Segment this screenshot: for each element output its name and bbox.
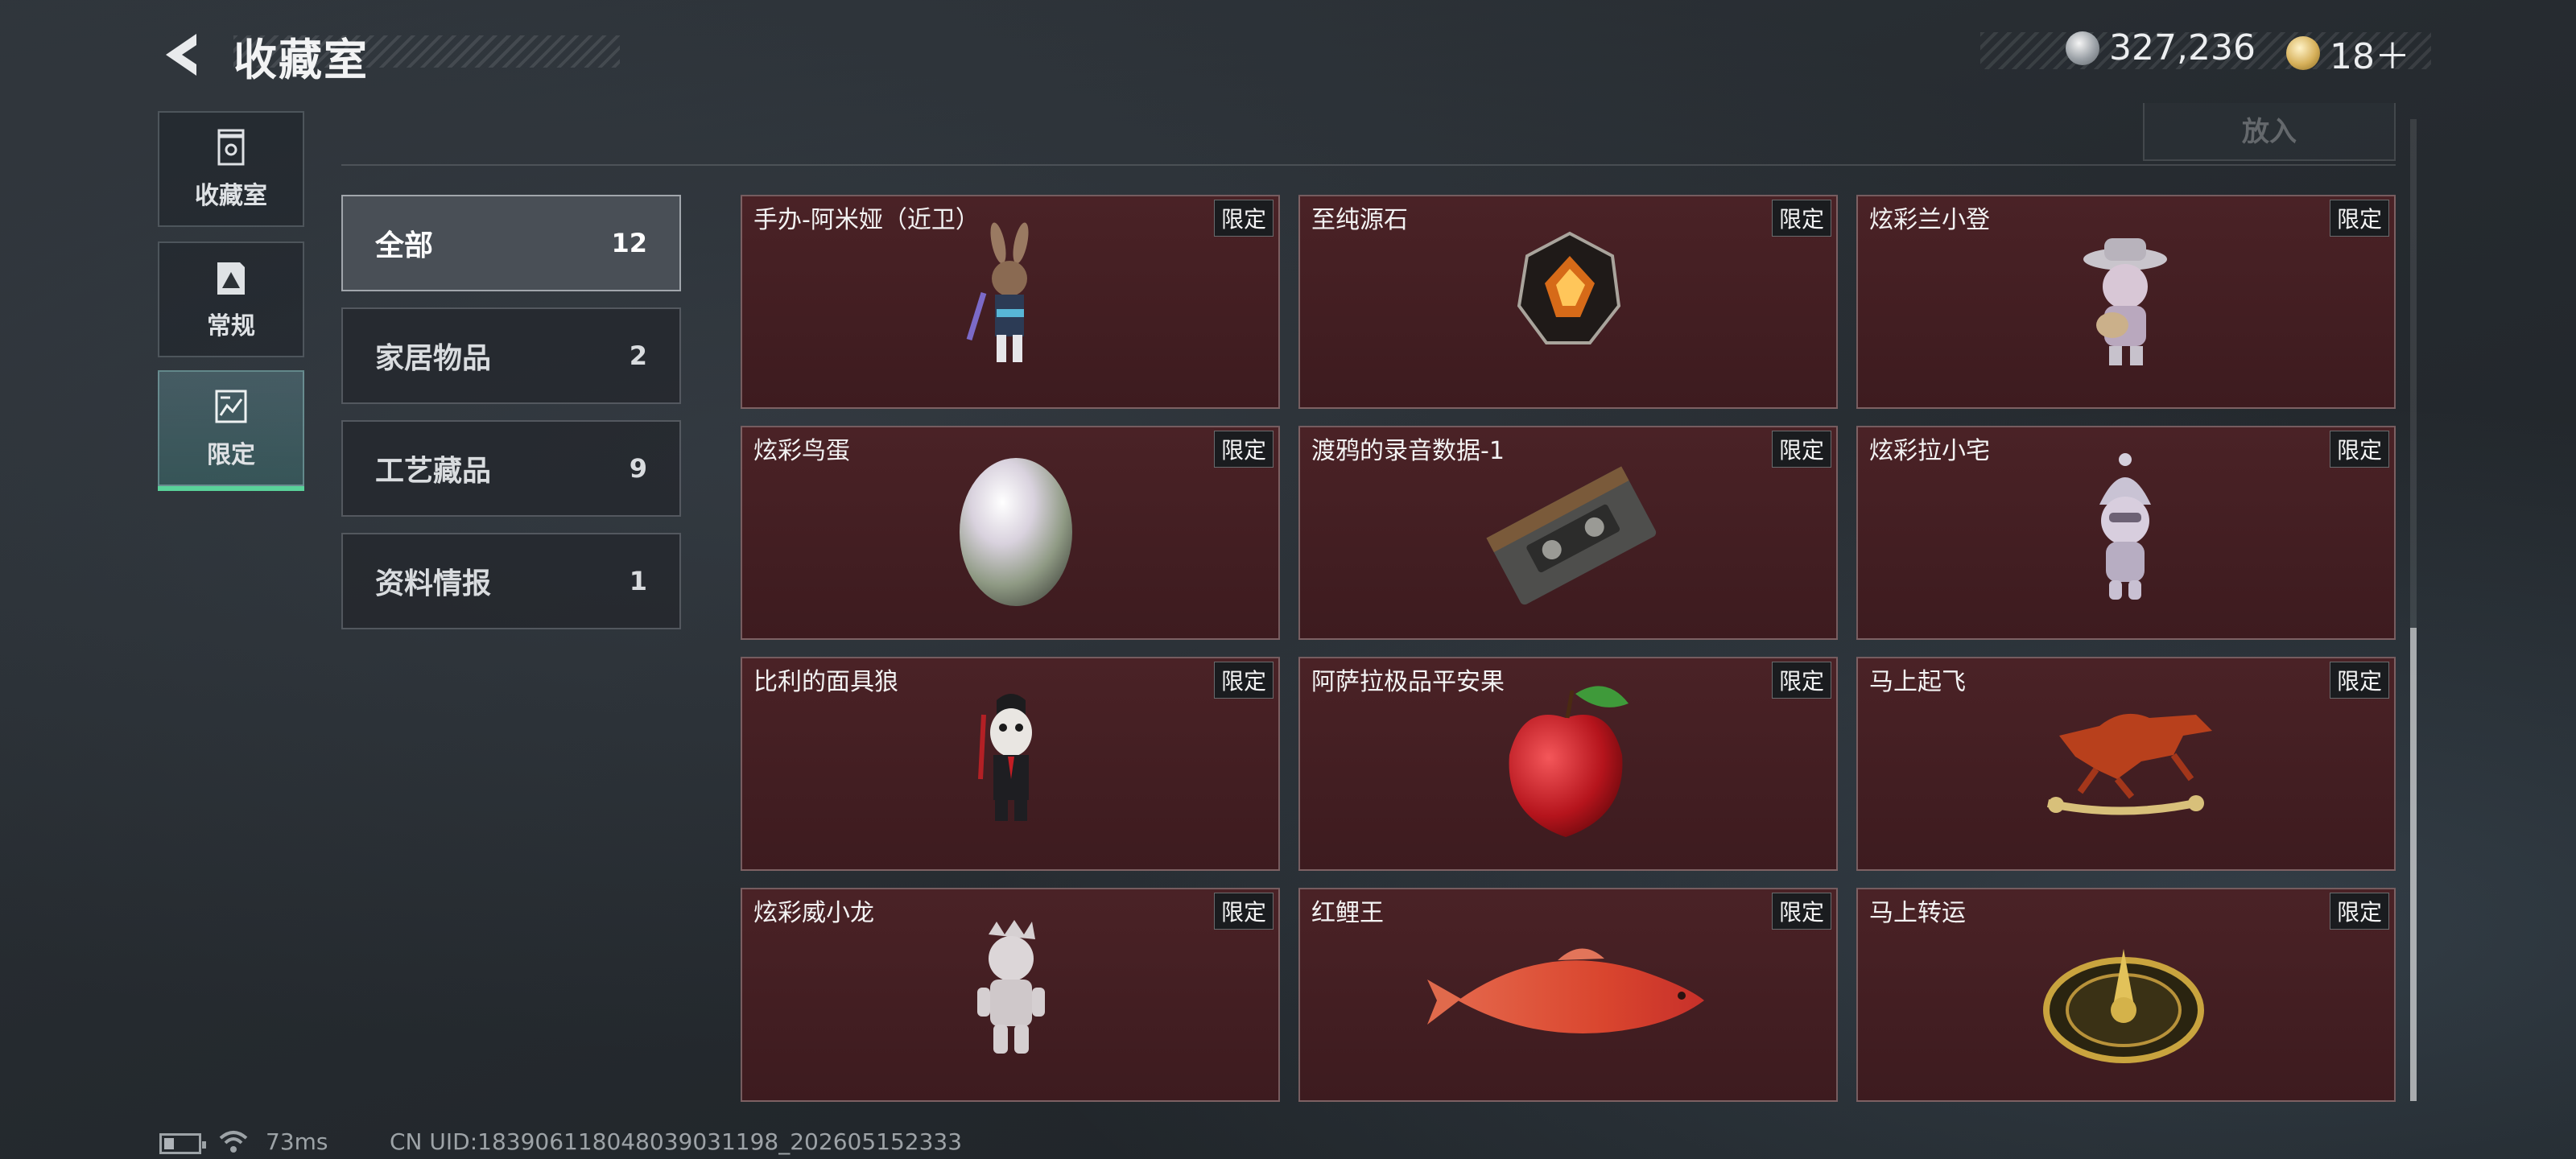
ping-readout: 73ms (266, 1128, 328, 1155)
coin-balance[interactable]: 327,236 (2066, 27, 2256, 68)
category-label: 工艺藏品 (375, 455, 492, 488)
limited-frame-icon (215, 390, 247, 423)
item-card[interactable]: 至纯源石 限定 (1298, 195, 1838, 409)
item-name: 红鲤王 (1311, 899, 1384, 927)
side-nav-label: 收藏室 (195, 182, 267, 210)
limited-badge: 限定 (1771, 662, 1831, 699)
item-card[interactable]: 渡鸦的录音数据-1 限定 (1298, 426, 1838, 640)
picture-frame-icon (217, 262, 245, 295)
side-nav-label: 常规 (207, 312, 255, 340)
limited-badge: 限定 (1213, 662, 1274, 699)
side-nav-label: 限定 (207, 441, 255, 469)
token-amount: 18＋ (2330, 36, 2410, 77)
category-craft[interactable]: 工艺藏品 9 (341, 420, 681, 517)
item-name: 手办-阿米娅（近卫） (753, 206, 980, 234)
item-name: 马上转运 (1869, 899, 1966, 927)
coin-amount: 327,236 (2109, 27, 2256, 68)
limited-badge: 限定 (1213, 200, 1274, 237)
item-grid: 手办-阿米娅（近卫） 限定 至纯源石 限定 炫彩兰小登 限定 炫彩鸟蛋 限定 渡… (741, 195, 2396, 1103)
category-count: 12 (611, 228, 647, 258)
category-label: 资料情报 (375, 567, 492, 600)
grid-scrollbar-thumb[interactable] (2410, 628, 2417, 1101)
limited-badge: 限定 (2329, 431, 2389, 468)
limited-badge: 限定 (1213, 431, 1274, 468)
battery-icon (159, 1133, 206, 1154)
item-name: 至纯源石 (1311, 206, 1408, 234)
token-balance[interactable]: 18＋ (2286, 27, 2410, 79)
category-furniture[interactable]: 家居物品 2 (341, 307, 681, 404)
item-name: 炫彩兰小登 (1869, 206, 1990, 234)
limited-badge: 限定 (1213, 893, 1274, 930)
back-arrow-icon[interactable] (158, 29, 209, 80)
token-icon (2286, 36, 2320, 70)
item-name: 渡鸦的录音数据-1 (1311, 437, 1505, 465)
item-card[interactable]: 炫彩兰小登 限定 (1856, 195, 2396, 409)
item-card[interactable]: 炫彩鸟蛋 限定 (741, 426, 1280, 640)
item-card[interactable]: 比利的面具狼 限定 (741, 657, 1280, 871)
wifi-icon (219, 1131, 248, 1153)
header-bar: 收藏室 327,236 18＋ (0, 0, 2576, 105)
category-count: 2 (629, 340, 647, 371)
category-label: 家居物品 (375, 342, 492, 375)
item-card[interactable]: 红鲤王 限定 (1298, 888, 1838, 1102)
item-name: 阿萨拉极品平安果 (1311, 668, 1505, 696)
category-all[interactable]: 全部 12 (341, 195, 681, 291)
item-card[interactable]: 炫彩拉小宅 限定 (1856, 426, 2396, 640)
divider (341, 164, 2396, 166)
limited-badge: 限定 (1771, 893, 1831, 930)
side-nav-limited[interactable]: 限定 (158, 370, 304, 491)
item-name: 马上起飞 (1869, 668, 1966, 696)
item-name: 炫彩鸟蛋 (753, 437, 850, 465)
uid-readout: CN UID:18390611804803903119​8_2026051523… (390, 1128, 963, 1155)
item-card[interactable]: 马上转运 限定 (1856, 888, 2396, 1102)
item-card[interactable]: 马上起飞 限定 (1856, 657, 2396, 871)
page-title: 收藏室 (233, 35, 369, 85)
side-nav-regular[interactable]: 常规 (158, 241, 304, 357)
place-button[interactable]: 放入 (2143, 103, 2396, 161)
item-name: 炫彩威小龙 (753, 899, 874, 927)
limited-badge: 限定 (1771, 431, 1831, 468)
trash-can-icon (217, 129, 245, 166)
side-nav-collection[interactable]: 收藏室 (158, 111, 304, 227)
item-card[interactable]: 阿萨拉极品平安果 限定 (1298, 657, 1838, 871)
item-card[interactable]: 炫彩威小龙 限定 (741, 888, 1280, 1102)
limited-badge: 限定 (2329, 662, 2389, 699)
category-label: 全部 (375, 229, 434, 262)
category-count: 9 (629, 453, 647, 484)
item-name: 炫彩拉小宅 (1869, 437, 1990, 465)
item-name: 比利的面具狼 (753, 668, 898, 696)
category-intel[interactable]: 资料情报 1 (341, 533, 681, 629)
cropped-header-text (346, 103, 475, 121)
limited-badge: 限定 (2329, 893, 2389, 930)
coin-icon (2066, 31, 2099, 65)
category-count: 1 (629, 566, 647, 596)
limited-badge: 限定 (2329, 200, 2389, 237)
limited-badge: 限定 (1771, 200, 1831, 237)
item-card[interactable]: 手办-阿米娅（近卫） 限定 (741, 195, 1280, 409)
